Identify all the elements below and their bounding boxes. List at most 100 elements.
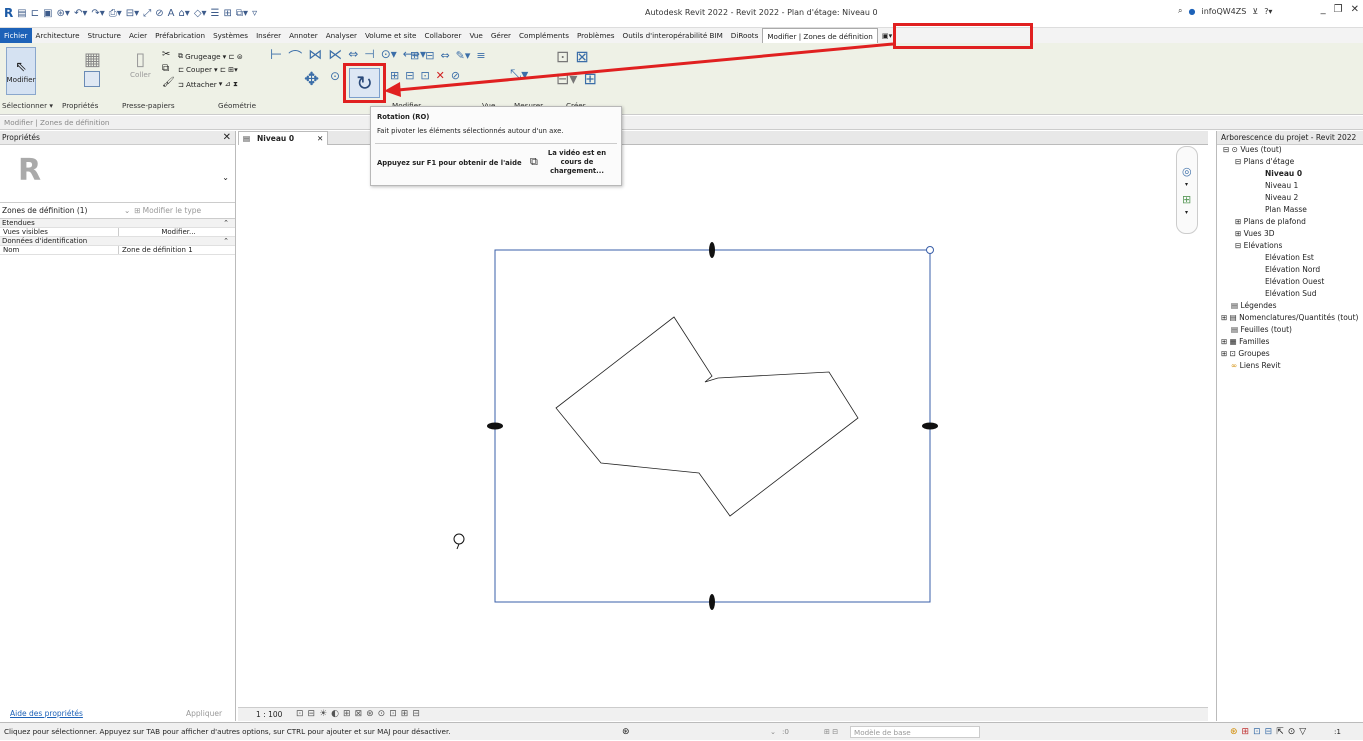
menu-tab[interactable]: Compléments (515, 28, 573, 43)
tree-item-niveau-2[interactable]: Niveau 2 (1265, 193, 1298, 202)
menu-tab[interactable]: Systèmes (209, 28, 252, 43)
chevron-down-icon[interactable]: ⌄ (222, 173, 229, 182)
view-scale[interactable]: 1 : 100 (256, 710, 282, 719)
print-icon[interactable]: ⎙▾ (109, 8, 122, 19)
hide-icon[interactable]: ⊟ (425, 49, 434, 62)
menu-tab[interactable]: Problèmes (573, 28, 619, 43)
paste-button[interactable]: ▯ Coller (130, 49, 151, 79)
join-button[interactable]: ⊐ Attacher ▾ ⊿ ⧗ (178, 79, 238, 89)
chevron-down-icon[interactable]: ▾ (1185, 181, 1188, 188)
drawing-canvas[interactable]: ◎ ▾ ⊞ ▾ (238, 146, 1208, 706)
menu-tab[interactable]: Analyser (322, 28, 361, 43)
scale-icon[interactable]: ⊡ (420, 69, 429, 82)
tree-item-plan-masse[interactable]: Plan Masse (1265, 205, 1307, 214)
tree-item-floor-plans[interactable]: ⊟ Plans d'étage (1235, 157, 1294, 166)
minimize-icon[interactable]: _ (1321, 4, 1326, 15)
visual-style-icon[interactable]: ⊟ (308, 709, 316, 719)
tree-item-families[interactable]: ⊞ ▦ Familles (1221, 337, 1269, 346)
select-by-face-icon[interactable]: ⊟ (1265, 723, 1273, 741)
type-properties-button[interactable] (84, 71, 100, 87)
similar-icon[interactable]: ⊞ (583, 69, 596, 88)
offset-icon[interactable]: ⌒ (288, 47, 302, 67)
tree-item-elevations[interactable]: ⊟ Elévations (1235, 241, 1282, 250)
select-pinned-icon[interactable]: ⊡ (1253, 723, 1261, 741)
tree-item-groups[interactable]: ⊞ ⊡ Groupes (1221, 349, 1270, 358)
move-cross-icon[interactable]: ✥ (304, 69, 319, 90)
folder-icon[interactable]: ⊏ (31, 8, 39, 19)
sync-icon[interactable]: ⊛▾ (57, 8, 70, 19)
select-panel-label[interactable]: Sélectionner ▾ (2, 101, 53, 110)
app-logo[interactable]: R (4, 6, 13, 20)
apply-button[interactable]: Appliquer (186, 709, 222, 718)
tree-item-niveau-1[interactable]: Niveau 1 (1265, 181, 1298, 190)
section-identity[interactable]: Données d'identification ⌃ (0, 237, 235, 246)
menu-tab[interactable]: Vue (465, 28, 486, 43)
menu-tab[interactable]: Structure (84, 28, 125, 43)
type-preview[interactable]: R ⌄ (0, 145, 235, 203)
copy-tool-icon[interactable]: ⊙ (330, 69, 340, 83)
group-icon[interactable]: ⊡ (556, 47, 569, 66)
chevron-down-icon[interactable]: ▾ (1185, 209, 1188, 216)
collapse-icon[interactable]: ⌃ (223, 219, 229, 228)
linework-icon[interactable]: ✎▾ (456, 49, 471, 62)
name-field[interactable]: Zone de définition 1 (118, 246, 235, 254)
detail-level-icon[interactable]: ⊡ (296, 709, 304, 719)
tree-item-ceiling-plans[interactable]: ⊞ Plans de plafond (1235, 217, 1306, 226)
tree-item-schedules[interactable]: ⊞ ▤ Nomenclatures/Quantités (tout) (1221, 313, 1358, 322)
view-tab-niveau-0[interactable]: ▤ Niveau 0 ✕ (238, 131, 328, 145)
properties-help-link[interactable]: Aide des propriétés (10, 709, 83, 718)
measure-icon[interactable]: ⊟▾ (126, 8, 139, 19)
user-icon[interactable]: ● (1188, 7, 1195, 16)
measure-icon-ribbon[interactable]: ⤡▾ (510, 67, 528, 83)
text-icon[interactable]: A (168, 8, 175, 19)
tree-item-elevation-ouest[interactable]: Elévation Ouest (1265, 277, 1324, 286)
array-icon[interactable]: ⊟ (405, 69, 414, 82)
cope-button[interactable]: ⧉ Grugeage ▾ ⊏ ⊜ (178, 51, 243, 61)
redo-icon[interactable]: ↷▾ (91, 8, 104, 19)
cart-icon[interactable]: ⊻ (1252, 7, 1258, 16)
steering-wheel-icon[interactable]: ◎ (1182, 165, 1192, 178)
design-options-icon[interactable]: ⊞ ⊟ (824, 723, 838, 741)
menu-tab[interactable]: Acier (125, 28, 151, 43)
reveal-icon[interactable]: ⊙ (378, 709, 386, 719)
chevron-down-icon[interactable]: ⌄ (124, 206, 130, 215)
constraints-icon[interactable]: ⊟ (412, 709, 420, 719)
menu-tab[interactable]: Volume et site (361, 28, 421, 43)
temp-hide-icon[interactable]: ⊛ (366, 709, 374, 719)
sun-path-icon[interactable]: ☀ (319, 709, 327, 719)
select-links-icon[interactable]: ⊛ (1230, 723, 1238, 741)
match-button[interactable]: 🖌 (162, 77, 175, 88)
tree-item-elevation-nord[interactable]: Elévation Nord (1265, 265, 1320, 274)
crop-region-icon[interactable]: ⊠ (355, 709, 363, 719)
chevron-down-icon[interactable]: ⌄ (770, 723, 776, 741)
menu-tab[interactable]: Gérer (487, 28, 515, 43)
worksharing-icon[interactable]: ⊡ (389, 709, 397, 719)
menu-tab[interactable]: DiRoots (727, 28, 763, 43)
select-underlay-icon[interactable]: ⊞ (1242, 723, 1250, 741)
cut-clipboard-button[interactable]: ✂ (162, 49, 170, 60)
erase-icon[interactable]: ⊘ (451, 69, 460, 82)
switch-windows-icon[interactable]: ⧉▾ (236, 8, 248, 19)
modify-button[interactable]: ⇖ Modifier (6, 47, 36, 95)
crop-view-icon[interactable]: ⊞ (343, 709, 351, 719)
menu-tab[interactable]: Modifier | Zones de définition (762, 28, 878, 43)
mirror-draw-icon[interactable]: ⋉ (328, 47, 342, 67)
close-icon[interactable]: ✕ (1351, 4, 1359, 15)
section-icon[interactable]: ◇▾ (194, 8, 207, 19)
customize-qat-icon[interactable]: ▿ (252, 8, 257, 19)
menu-tab[interactable]: Annoter (285, 28, 322, 43)
cut-button[interactable]: ⊏ Couper ▾ ⊏ ⊞▾ (178, 65, 238, 74)
rotate-button[interactable]: ↻ (349, 68, 380, 98)
close-tab-icon[interactable]: ✕ (317, 132, 323, 145)
thin-lines-icon[interactable]: ☰ (211, 8, 220, 19)
delete-icon[interactable]: ✕ (436, 69, 445, 82)
menu-tab[interactable]: Insérer (252, 28, 285, 43)
mirror-axis-icon[interactable]: ⋈ (308, 47, 322, 67)
close-hidden-icon[interactable]: ⊞ (224, 8, 232, 19)
zoom-icon[interactable]: ⊞ (1182, 193, 1191, 206)
align-icon[interactable]: ⊢ (270, 47, 282, 67)
menu-tab[interactable]: Collaborer (420, 28, 465, 43)
trim-icon[interactable]: ⊞ (390, 69, 399, 82)
part-icon[interactable]: ⊠ (575, 47, 588, 66)
override-icon[interactable]: ⇔ (440, 49, 449, 62)
